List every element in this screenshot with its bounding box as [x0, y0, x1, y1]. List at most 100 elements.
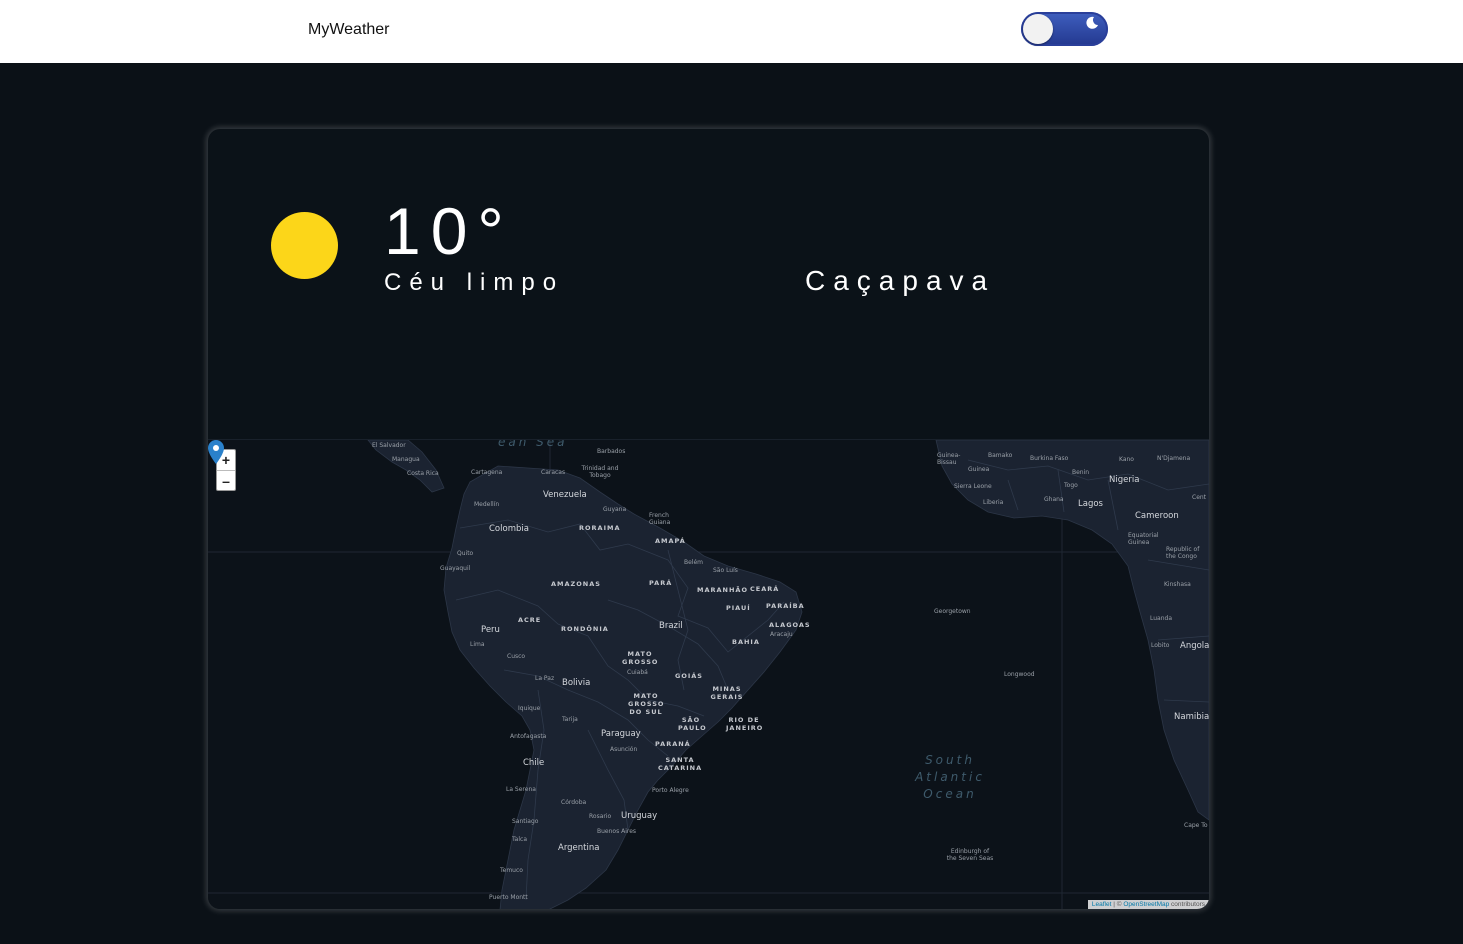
state-label: RORAIMA	[579, 524, 621, 532]
zoom-out-button[interactable]: –	[217, 470, 235, 490]
state-label: PARAÍBA	[766, 602, 805, 610]
city-label: Georgetown	[934, 608, 971, 615]
country-label: Bolivia	[562, 678, 591, 688]
theme-toggle[interactable]	[1021, 12, 1108, 46]
city-label: Cuiabá	[627, 669, 648, 676]
attribution-text: contributors	[1171, 901, 1205, 908]
state-label: PIAUÍ	[726, 604, 751, 612]
city-label: Guyana	[603, 506, 627, 513]
country-label: Nigeria	[1109, 475, 1140, 485]
map-land	[208, 440, 1209, 909]
city-label: Equatorial Guinea	[1128, 532, 1159, 546]
city-label: Córdoba	[561, 799, 587, 806]
country-label: Ghana	[1044, 496, 1064, 503]
city-label: Caracas	[541, 469, 566, 476]
weather-summary: 10° Céu limpo Caçapava	[208, 129, 1209, 439]
city-label: Managua	[392, 456, 420, 463]
city-label: Costa Rica	[407, 470, 439, 477]
ocean-label: South Atlantic Ocean	[915, 753, 985, 801]
city-label: Temuco	[500, 867, 523, 874]
state-label: AMAZONAS	[551, 580, 601, 588]
country-label: Angola	[1180, 641, 1209, 651]
country-label: Peru	[481, 625, 500, 635]
state-label: RIO DE JANEIRO	[726, 716, 764, 732]
city-label: Togo	[1064, 482, 1078, 489]
city-label: Talca	[512, 836, 527, 843]
state-label: PARANÁ	[655, 740, 691, 748]
state-label: PARÁ	[649, 579, 673, 587]
state-label: MARANHÃO	[697, 586, 748, 594]
state-label: MATO GROSSO	[622, 650, 659, 666]
country-label: Guinea	[968, 466, 990, 473]
sun-icon	[271, 212, 338, 279]
country-label: Brazil	[659, 621, 683, 631]
city-label: Luanda	[1150, 615, 1173, 622]
city-label: Kinshasa	[1164, 581, 1191, 588]
state-label: CEARÁ	[750, 585, 780, 593]
city-label: Bamako	[988, 452, 1013, 459]
city-label: Guayaquil	[440, 565, 471, 572]
city-label: Benin	[1072, 469, 1090, 476]
city-label: Quito	[457, 550, 474, 557]
city-label: Burkina Faso	[1030, 455, 1069, 462]
osm-link[interactable]: OpenStreetMap	[1123, 901, 1169, 908]
state-label: RONDÔNIA	[561, 625, 609, 633]
city-label: Aracaju	[770, 631, 793, 638]
city-label: Belém	[684, 559, 704, 566]
city-label: Cusco	[507, 653, 526, 660]
city-label: Guinea-Bissau	[937, 452, 961, 466]
city-label: Longwood	[1004, 671, 1035, 678]
top-navbar: MyWeather	[0, 0, 1463, 63]
city-label: Cape To	[1184, 822, 1208, 829]
city-label: Lima	[470, 641, 485, 648]
map-pin-icon[interactable]	[208, 440, 224, 464]
leaflet-link[interactable]: Leaflet	[1092, 901, 1112, 908]
city-name: Caçapava	[805, 265, 996, 296]
city-label: Lobito	[1151, 642, 1170, 649]
country-label: Uruguay	[621, 811, 658, 821]
city-label: Buenos Aires	[597, 828, 637, 835]
city-label: Kano	[1119, 456, 1134, 463]
country-label: Chile	[523, 758, 545, 768]
app-brand[interactable]: MyWeather	[308, 21, 390, 39]
map-attribution: Leaflet | © OpenStreetMap contributors	[1087, 900, 1209, 909]
state-label: MINAS GERAIS	[710, 685, 744, 701]
country-label: Venezuela	[543, 490, 587, 500]
city-label: Lagos	[1078, 499, 1103, 509]
country-label: Cameroon	[1135, 511, 1179, 521]
city-label: Republic of the Congo	[1166, 546, 1200, 560]
city-label: Porto Alegre	[652, 787, 689, 794]
city-label: Asunción	[610, 746, 638, 753]
city-label: French Guiana	[649, 512, 671, 526]
toggle-knob[interactable]	[1023, 14, 1053, 44]
country-label: Argentina	[558, 843, 600, 853]
state-label: ALAGOAS	[769, 621, 811, 629]
moon-icon	[1086, 16, 1098, 29]
city-label: Rosario	[589, 813, 612, 820]
city-label: Cent	[1192, 494, 1207, 501]
country-label: Namibia	[1174, 712, 1209, 722]
country-label: Colombia	[489, 524, 529, 534]
city-label: El Salvador	[372, 442, 406, 449]
temperature: 10°	[384, 194, 514, 268]
sea-label: ean Sea	[498, 439, 568, 449]
city-label: Liberia	[983, 499, 1004, 506]
weather-card: 10° Céu limpo Caçapava + – ean Sea South…	[208, 129, 1209, 909]
city-label: Tarija	[562, 716, 578, 723]
state-label: BAHIA	[732, 638, 760, 646]
country-label: Paraguay	[601, 729, 641, 739]
weather-description: Céu limpo	[384, 269, 565, 296]
state-label: AMAPÁ	[655, 537, 686, 545]
map-view[interactable]: + – ean Sea South Atlantic Ocean Venezue…	[208, 439, 1209, 909]
city-label: Cartagena	[471, 469, 503, 476]
state-label: SÃO PAULO	[678, 716, 707, 732]
state-label: ACRE	[518, 616, 542, 624]
city-label: Trinidad and Tobago	[581, 465, 619, 479]
city-label: Edinburgh of the Seven Seas	[946, 848, 994, 862]
state-label: SANTA CATARINA	[658, 756, 703, 772]
city-label: Puerto Montt	[489, 894, 528, 901]
city-label: São Luís	[713, 567, 738, 574]
city-label: Iquique	[518, 705, 541, 712]
city-label: Sierra Leone	[954, 483, 992, 490]
city-label: Medellín	[474, 501, 500, 508]
